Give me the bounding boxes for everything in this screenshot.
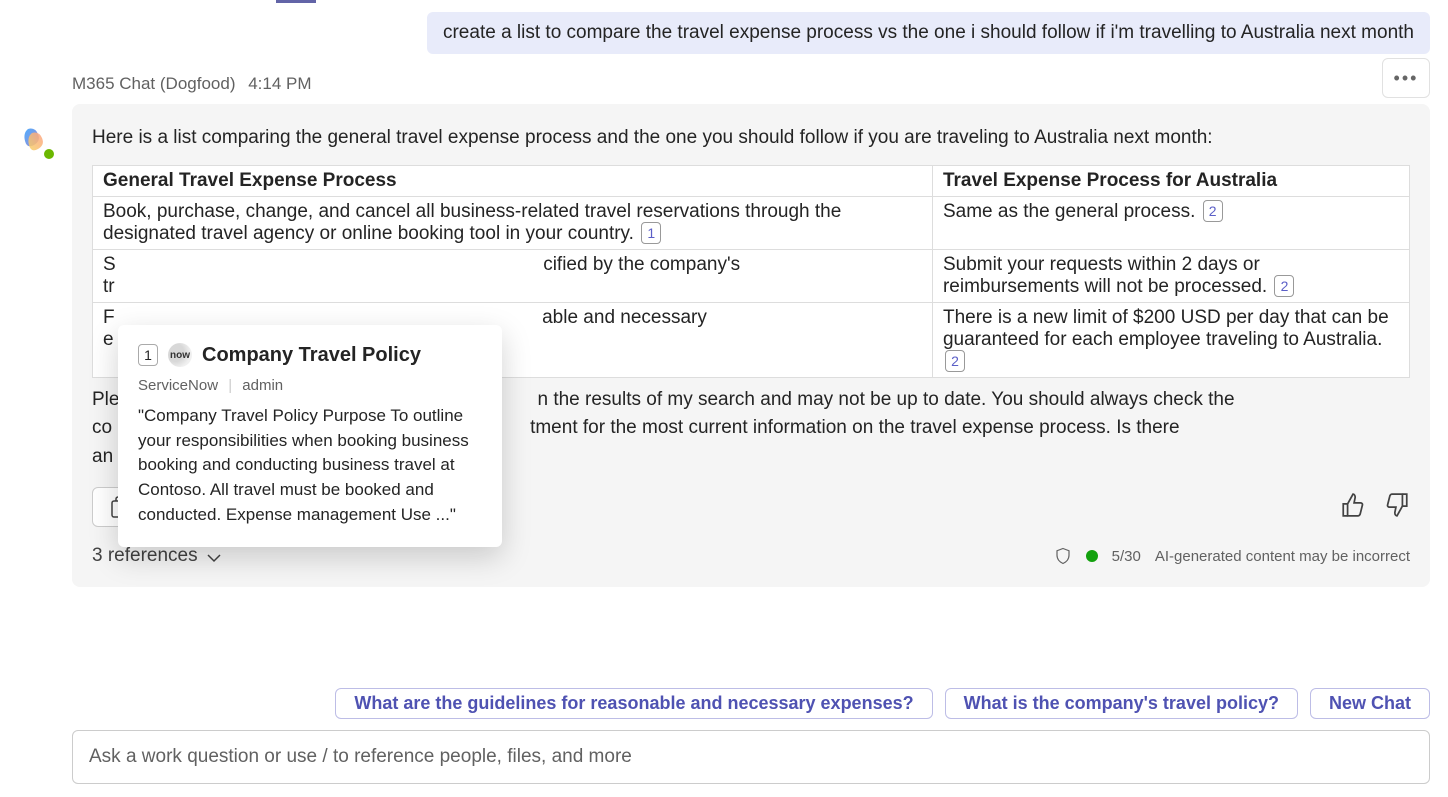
table-header-right: Travel Expense Process for Australia (932, 165, 1409, 196)
sent-time: 4:14 PM (248, 74, 311, 93)
composer-input[interactable] (89, 731, 1413, 783)
popup-author: admin (242, 377, 283, 394)
table-row: Book, purchase, change, and cancel all b… (93, 196, 1410, 249)
cell-text: There is a new limit of $200 USD per day… (943, 307, 1389, 350)
cell-text: able and necessary (542, 307, 707, 328)
cell-text: Same as the general process. (943, 201, 1195, 222)
cell-text: Submit your requests within 2 days or re… (943, 254, 1267, 297)
user-message-bubble: create a list to compare the travel expe… (427, 12, 1430, 54)
presence-badge (42, 147, 56, 161)
cell-text: tr (103, 276, 115, 297)
response-intro: Here is a list comparing the general tra… (92, 124, 1410, 153)
outro-text: n the results of my search and may not b… (537, 389, 1234, 410)
citation-badge[interactable]: 2 (1203, 200, 1223, 222)
citation-badge[interactable]: 2 (1274, 275, 1294, 297)
more-options-button[interactable]: ••• (1382, 58, 1430, 98)
cell-text: Book, purchase, change, and cancel all b… (103, 201, 841, 244)
table-header-left: General Travel Expense Process (93, 165, 933, 196)
active-tab-indicator (276, 0, 316, 3)
popup-body: "Company Travel Policy Purpose To outlin… (138, 404, 482, 527)
usage-count: 5/30 (1112, 548, 1141, 565)
shield-icon (1054, 547, 1072, 565)
citation-badge[interactable]: 2 (945, 350, 965, 372)
popup-meta: ServiceNow | admin (138, 377, 482, 394)
suggestion-chip[interactable]: What are the guidelines for reasonable a… (335, 688, 932, 719)
chevron-down-icon (206, 550, 222, 566)
message-composer[interactable] (72, 730, 1430, 784)
popup-title[interactable]: Company Travel Policy (202, 344, 421, 367)
outro-text: an (92, 446, 113, 467)
status-dot-icon (1086, 550, 1098, 562)
thumbs-down-button[interactable] (1384, 492, 1410, 523)
cell-text: S (103, 254, 116, 275)
bot-avatar (14, 119, 54, 159)
ai-disclaimer: AI-generated content may be incorrect (1155, 548, 1410, 565)
new-chat-button[interactable]: New Chat (1310, 688, 1430, 719)
table-header-row: General Travel Expense Process Travel Ex… (93, 165, 1410, 196)
cell-text: e (103, 329, 114, 350)
thumbs-up-button[interactable] (1340, 492, 1366, 523)
references-toggle[interactable]: 3 references (92, 545, 222, 567)
cell-text: F (103, 307, 115, 328)
popup-citation-number: 1 (138, 344, 158, 366)
message-header: M365 Chat (Dogfood) 4:14 PM (72, 74, 312, 94)
outro-text: co (92, 417, 112, 438)
feedback-controls (1340, 492, 1410, 523)
more-icon: ••• (1394, 68, 1419, 89)
cell-text: cified by the company's (543, 254, 740, 275)
popup-source: ServiceNow (138, 377, 218, 394)
user-message-text: create a list to compare the travel expe… (443, 22, 1414, 43)
citation-hovercard: 1 now Company Travel Policy ServiceNow |… (118, 325, 502, 547)
servicenow-logo-icon: now (168, 343, 192, 367)
outro-text: Ple (92, 389, 119, 410)
references-row: 3 references 5/30 AI-generated content m… (92, 545, 1410, 567)
references-label: 3 references (92, 545, 198, 567)
outro-text: tment for the most current information o… (530, 417, 1179, 438)
suggestions-row: What are the guidelines for reasonable a… (72, 688, 1430, 719)
citation-badge[interactable]: 1 (641, 222, 661, 244)
sender-name: M365 Chat (Dogfood) (72, 74, 235, 93)
suggestion-chip[interactable]: What is the company's travel policy? (945, 688, 1298, 719)
table-row: Sxxxxxxxxxxxxxxxxxxxxxxxxxxxxxxxxxxxxxxx… (93, 249, 1410, 302)
